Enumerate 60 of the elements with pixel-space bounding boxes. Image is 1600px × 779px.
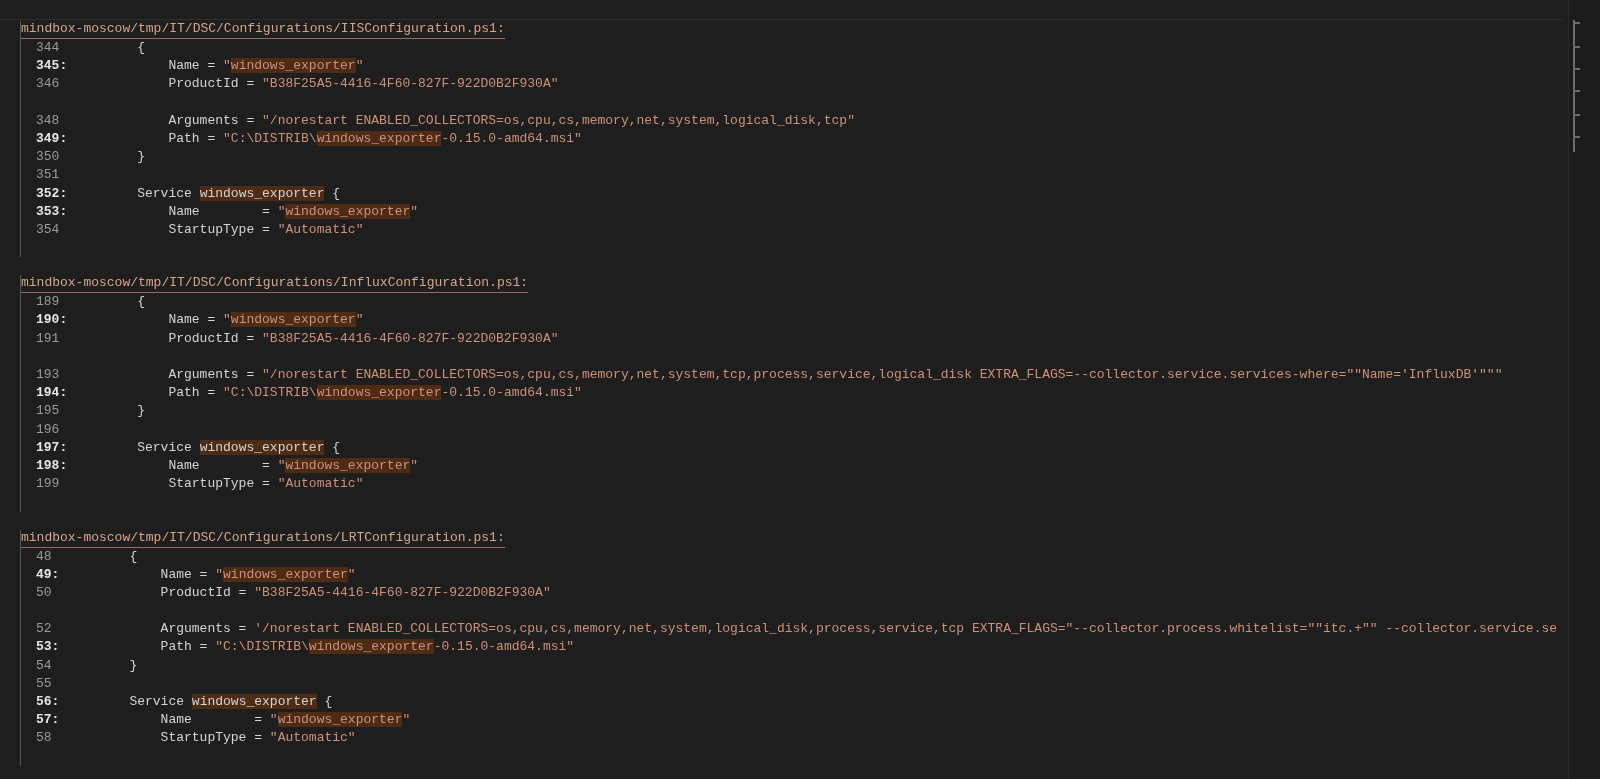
line-number: 55	[36, 675, 52, 691]
code-line[interactable]: Arguments = "/norestart ENABLED_COLLECTORS=os,cpu,cs,memory,net,system,logical_disk,tcp"	[106, 111, 855, 130]
file-path[interactable]: mindbox-moscow/tmp/IT/DSC/Configurations/IISConfiguration.ps1:	[21, 21, 505, 39]
line-number: 193	[36, 367, 60, 382]
line-number: 56:	[36, 694, 60, 709]
code-line[interactable]: }	[106, 148, 145, 167]
code-line[interactable]: Path = "C:\DISTRIB\windows_exporter-0.15.0-amd64.msi"	[106, 129, 582, 149]
code-line[interactable]: {	[106, 39, 145, 58]
line-number: 48	[36, 548, 52, 564]
code-line[interactable]: Name = "windows_exporter"	[106, 711, 411, 730]
line-number: 189	[36, 294, 60, 310]
code-line[interactable]: ProductId = "B38F25A5-4416-4F60-827F-922D0B2F930A"	[106, 75, 559, 94]
file-path[interactable]: mindbox-moscow/tmp/IT/DSC/Configurations/InfluxConfiguration.ps1:	[21, 275, 529, 294]
line-number: 52	[36, 621, 52, 637]
line-number: 190:	[36, 312, 68, 328]
code-line[interactable]: StartupType = "Automatic"	[106, 475, 364, 494]
code-line[interactable]: ProductId = "B38F25A5-4416-4F60-827F-922D0B2F930A"	[106, 583, 551, 603]
line-number: 353:	[36, 203, 68, 219]
line-number: 195	[36, 403, 60, 419]
code-line[interactable]: Name = "windows_exporter"	[106, 565, 356, 584]
line-number: 49:	[36, 566, 60, 582]
line-number: 346	[36, 76, 60, 92]
line-number: 354	[36, 221, 60, 237]
line-number: 350	[36, 149, 60, 165]
code-line[interactable]: StartupType = "Automatic"	[106, 729, 356, 748]
code-line[interactable]: ProductId = "B38F25A5-4416-4F60-827F-922D0B2F930A"	[106, 329, 559, 348]
code-line[interactable]: Path = "C:\DISTRIB\windows_exporter-0.15.0-amd64.msi"	[106, 638, 575, 657]
line-number: 344	[36, 40, 60, 55]
code-line[interactable]: {	[106, 293, 145, 312]
code-line[interactable]: Service windows_exporter {	[106, 438, 341, 457]
line-number: 58	[36, 730, 52, 746]
code-line[interactable]: Name = "windows_exporter"	[106, 456, 419, 476]
code-line[interactable]: }	[106, 656, 138, 675]
line-number: 348	[36, 112, 60, 128]
line-number: 351	[36, 167, 60, 183]
line-number: 194:	[36, 385, 68, 401]
code-line[interactable]: Path = "C:\DISTRIB\windows_exporter-0.15.0-amd64.msi"	[106, 384, 582, 403]
code-line[interactable]: Arguments = '/norestart ENABLED_COLLECTORS=os,cpu,cs,memory,net,system,logical_disk,process,service,tcp EXTRA_FLAGS="--collector.process.whitelist=""itc.+"" --collector.service.se	[106, 620, 1558, 639]
code-line[interactable]: Name = "windows_exporter"	[106, 311, 364, 330]
code-line[interactable]: Name = "windows_exporter"	[106, 202, 419, 221]
line-number: 352:	[36, 185, 68, 201]
line-number: 197:	[36, 439, 68, 455]
line-number: 349:	[36, 130, 68, 146]
line-number: 50	[36, 584, 52, 600]
code-line[interactable]: {	[106, 547, 138, 566]
code-line[interactable]: StartupType = "Automatic"	[106, 220, 364, 240]
line-number: 57:	[36, 712, 60, 728]
file-path[interactable]: mindbox-moscow/tmp/IT/DSC/Configurations/LRTConfiguration.ps1:	[21, 529, 505, 548]
line-number: 196	[36, 421, 60, 437]
line-number: 53:	[36, 639, 60, 655]
code-line[interactable]: Service windows_exporter {	[106, 693, 333, 712]
code-line[interactable]: Name = "windows_exporter"	[106, 57, 364, 76]
line-number: 345:	[36, 58, 68, 74]
line-number: 54	[36, 657, 52, 673]
line-number: 199	[36, 476, 60, 492]
code-line[interactable]: Arguments = "/norestart ENABLED_COLLECTORS=os,cpu,cs,memory,net,system,tcp,process,service,logical_disk EXTRA_FLAGS=--collector.service.services-where=""Name='InfluxDB'"""	[106, 366, 1503, 385]
line-number: 198:	[36, 457, 68, 473]
code-line[interactable]: }	[106, 402, 145, 421]
line-number: 191	[36, 330, 60, 346]
code-line[interactable]: Service windows_exporter {	[106, 184, 341, 203]
